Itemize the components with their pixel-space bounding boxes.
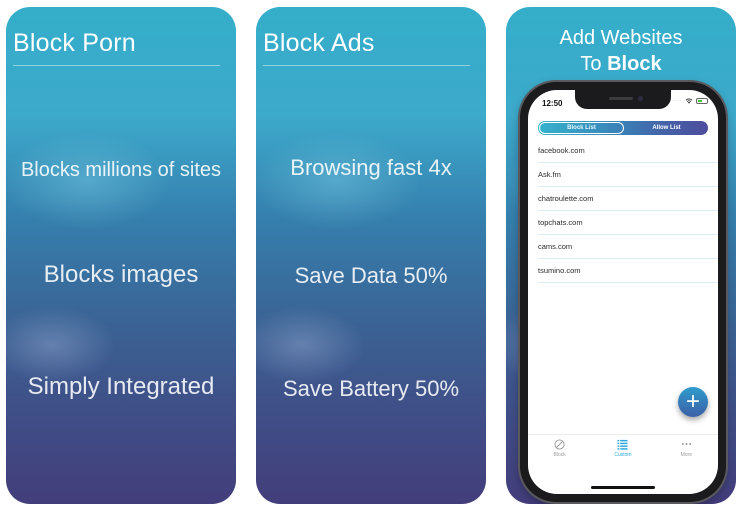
card-title: Block Ads <box>263 29 375 57</box>
list-item[interactable]: Ask.fm <box>538 163 718 187</box>
feature-text: Blocks images <box>43 261 199 288</box>
heading-bold: Block <box>607 53 662 75</box>
speaker-icon <box>609 97 633 100</box>
site-list: facebook.com Ask.fm chatroulette.com top… <box>538 139 718 283</box>
heading-line-2: To Block <box>506 51 736 77</box>
status-icons: ···· <box>672 98 708 104</box>
tab-block[interactable]: Block <box>528 435 591 464</box>
tab-label: Block <box>553 452 566 458</box>
battery-icon <box>696 98 708 104</box>
feature-text: Save Battery 50% <box>282 376 460 401</box>
showcase-heading: Add Websites To Block <box>506 25 736 77</box>
list-item[interactable]: facebook.com <box>538 139 718 163</box>
list-icon <box>617 438 629 450</box>
status-time: 12:50 <box>542 99 563 108</box>
add-site-button[interactable]: + <box>678 387 708 417</box>
tab-more[interactable]: More <box>655 435 718 464</box>
tab-custom[interactable]: Custom <box>591 435 654 464</box>
more-icon <box>681 438 692 450</box>
home-indicator <box>591 486 655 489</box>
heading-line-1: Add Websites <box>559 27 683 49</box>
list-segmented-control[interactable]: Block List Allow List <box>538 121 708 135</box>
tab-label: More <box>680 452 693 458</box>
card-title: Block Porn <box>13 29 136 57</box>
list-item[interactable]: tsumino.com <box>538 259 718 283</box>
camera-icon <box>638 96 643 101</box>
wifi-icon <box>685 98 693 104</box>
phone-mockup: 12:50 ···· Block List Allow List faceboo… <box>520 82 726 502</box>
feature-card-add-websites: Add Websites To Block 12:50 ···· Block L… <box>506 7 736 504</box>
title-divider <box>263 65 470 66</box>
tab-bar: Block Custom More <box>528 434 718 464</box>
feature-text: Blocks millions of sites <box>20 159 222 181</box>
feature-text: Simply Integrated <box>27 373 215 400</box>
feature-text: Browsing fast 4x <box>290 155 452 180</box>
feature-card-block-ads: Block Ads Browsing fast 4x Save Data 50%… <box>256 7 486 504</box>
prohibited-icon <box>554 438 565 450</box>
segment-allow-list[interactable]: Allow List <box>625 121 708 135</box>
feature-text: Save Data 50% <box>294 263 448 288</box>
phone-notch <box>575 90 671 109</box>
phone-screen: 12:50 ···· Block List Allow List faceboo… <box>528 90 718 494</box>
signal-icon: ···· <box>672 98 682 104</box>
plus-icon: + <box>685 388 700 415</box>
heading-prefix: To <box>580 53 608 75</box>
list-item[interactable]: topchats.com <box>538 211 718 235</box>
segment-block-list[interactable]: Block List <box>539 122 624 134</box>
list-item[interactable]: chatroulette.com <box>538 187 718 211</box>
title-divider <box>13 65 220 66</box>
list-item[interactable]: cams.com <box>538 235 718 259</box>
feature-card-block-porn: Block Porn Blocks millions of sites Bloc… <box>6 7 236 504</box>
tab-label: Custom <box>614 452 632 458</box>
